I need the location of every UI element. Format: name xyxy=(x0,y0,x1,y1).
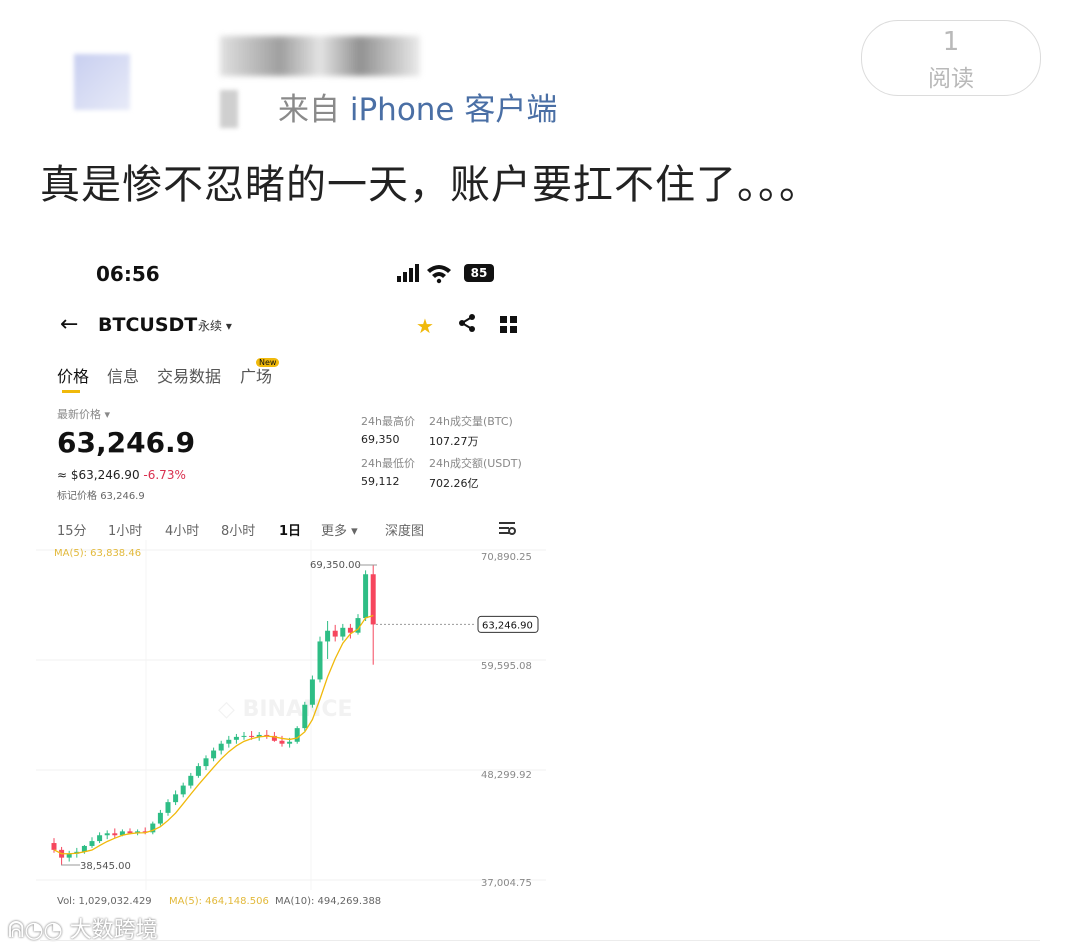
volume-label: Vol: 1,029,032.429 xyxy=(57,896,152,907)
username-blur-2 xyxy=(220,90,238,128)
username-blur[interactable] xyxy=(220,36,420,76)
timeframe-1d[interactable]: 1日 xyxy=(279,520,301,539)
usd-value: ≈ $63,246.90 xyxy=(57,468,140,482)
candle-body xyxy=(309,679,315,705)
candle-body xyxy=(180,785,186,795)
candle-body xyxy=(157,812,163,824)
candle-body xyxy=(317,641,323,680)
candle-body xyxy=(188,775,194,786)
mark-price: 63,246.9 xyxy=(100,491,145,502)
timeframe-8h[interactable]: 8小时 xyxy=(221,520,255,539)
last-price-label: 最新价格 ▾ xyxy=(57,408,111,421)
last-price: 63,246.9 xyxy=(57,426,196,459)
candle-body xyxy=(165,802,171,813)
candle-body xyxy=(211,750,217,759)
new-badge: New xyxy=(256,358,280,367)
low-label: 24h最低价 xyxy=(361,457,415,470)
tab-trade-data[interactable]: 交易数据 xyxy=(157,363,221,387)
candle-body xyxy=(363,574,369,619)
timeframe-4h[interactable]: 4小时 xyxy=(165,520,199,539)
timeframe-1h[interactable]: 1小时 xyxy=(108,520,142,539)
star-icon[interactable]: ★ xyxy=(416,314,434,338)
post-source: 来自 iPhone 客户端 xyxy=(278,84,557,129)
read-label: 阅读 xyxy=(928,66,974,92)
pair-title[interactable]: BTCUSDT xyxy=(98,314,197,336)
candle-body xyxy=(294,728,300,742)
post-text: 真是惨不忍睹的一天，账户要扛不住了。。。 xyxy=(40,162,820,208)
mark-label: 标记价格 xyxy=(57,491,97,502)
low-marker-label: 38,545.00 xyxy=(80,861,131,872)
candle-body xyxy=(302,704,308,729)
low-value: 59,112 xyxy=(361,475,400,488)
candle-body xyxy=(195,766,201,776)
battery-icon: 85 xyxy=(464,264,494,282)
candle-body xyxy=(89,841,95,846)
source-prefix: 来自 xyxy=(278,92,340,128)
kline-chart[interactable]: ◇ BINANCE MA(5): 63,838.46 70,890.25 59,… xyxy=(36,540,546,920)
candle-body xyxy=(340,627,346,637)
candle-body xyxy=(332,630,338,637)
embedded-screenshot: 06:56 85 ← BTCUSDT 永续 ▾ ★ 价格 信息 交易数据 广场 … xyxy=(36,240,546,920)
ma-top-label: MA(5): 63,838.46 xyxy=(54,548,141,559)
contract-label: 永续 xyxy=(198,319,223,333)
candle-body xyxy=(51,843,57,850)
binance-watermark: ◇ BINANCE xyxy=(218,697,353,722)
candle-body xyxy=(203,758,209,767)
change-percent: -6.73% xyxy=(143,468,186,482)
usd-line: ≈ $63,246.90 -6.73% xyxy=(57,468,186,482)
timeframe-15m[interactable]: 15分 xyxy=(57,520,87,539)
last-price-label-text: 最新价格 xyxy=(57,408,101,421)
candle-body xyxy=(226,739,232,744)
high-marker-label: 69,350.00 xyxy=(310,560,361,571)
candle-body xyxy=(370,574,376,625)
tab-underline xyxy=(62,390,80,393)
arrow-left-icon[interactable]: ← xyxy=(60,312,78,337)
volume-ma5-label: MA(5): 464,148.506 xyxy=(169,896,269,907)
candle-body xyxy=(279,740,285,744)
depth-chart-tab[interactable]: 深度图 xyxy=(385,520,424,539)
y-axis-label: 48,299.92 xyxy=(481,770,532,781)
grid-icon[interactable] xyxy=(500,316,518,334)
mark-price-line: 标记价格 63,246.9 xyxy=(57,487,145,502)
high-label: 24h最高价 xyxy=(361,415,415,428)
volume-ma10-label: MA(10): 494,269.388 xyxy=(275,896,381,907)
candle-body xyxy=(347,627,353,633)
signal-wifi-icons xyxy=(397,264,451,284)
candle-body xyxy=(112,833,118,836)
contract-type[interactable]: 永续 ▾ xyxy=(198,317,232,334)
y-axis-label: 37,004.75 xyxy=(481,878,532,889)
vol-usdt-value: 702.26亿 xyxy=(429,477,479,490)
source-brand[interactable]: iPhone 客户端 xyxy=(350,92,558,128)
candle-body xyxy=(241,735,247,737)
binance-watermark-text: BINANCE xyxy=(243,697,353,722)
divider xyxy=(40,940,1040,941)
candle-body xyxy=(104,833,110,836)
avatar[interactable] xyxy=(74,54,130,110)
high-value: 69,350 xyxy=(361,433,400,446)
candle-body xyxy=(287,741,293,744)
tab-info[interactable]: 信息 xyxy=(107,363,139,387)
y-axis-label: 59,595.08 xyxy=(481,661,532,672)
vol-btc-label: 24h成交量(BTC) xyxy=(429,415,513,428)
read-count: 1 xyxy=(942,27,960,57)
candle-body xyxy=(249,735,255,737)
share-icon[interactable] xyxy=(456,312,478,334)
read-count-button[interactable]: 1 阅读 xyxy=(861,20,1041,96)
candle-body xyxy=(233,736,239,740)
vol-usdt-label: 24h成交额(USDT) xyxy=(429,457,522,470)
status-time: 06:56 xyxy=(96,262,160,286)
y-axis-label: 70,890.25 xyxy=(481,552,532,563)
kline-chart-svg[interactable]: ◇ BINANCE MA(5): 63,838.46 70,890.25 59,… xyxy=(36,540,546,920)
current-price-label: 63,246.90 xyxy=(482,620,533,631)
candle-body xyxy=(218,743,224,751)
timeframe-more[interactable]: 更多 ▾ xyxy=(321,520,358,539)
candle-body xyxy=(325,630,331,642)
ma5-line xyxy=(53,614,374,855)
tab-price[interactable]: 价格 xyxy=(57,363,89,387)
vol-btc-value: 107.27万 xyxy=(429,435,479,448)
chart-settings-icon[interactable] xyxy=(498,520,516,536)
candle-body xyxy=(173,794,179,803)
candle-body xyxy=(97,835,103,842)
